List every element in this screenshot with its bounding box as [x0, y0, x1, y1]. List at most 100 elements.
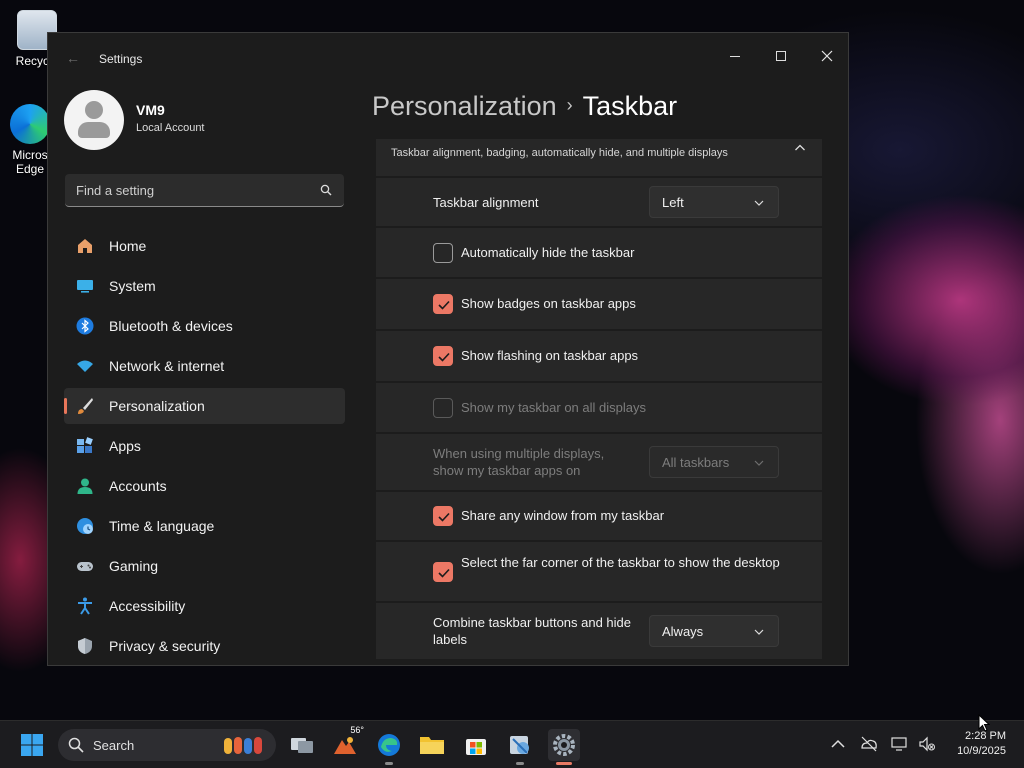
brush-icon	[78, 398, 93, 414]
chevron-up-icon[interactable]	[794, 142, 806, 154]
sidebar-item-label: Privacy & security	[109, 638, 221, 654]
checkmark-icon	[438, 568, 450, 578]
dropdown-value: Left	[662, 195, 684, 210]
sidebar-item-bluetooth[interactable]: Bluetooth & devices	[64, 308, 345, 344]
file-explorer-icon	[420, 737, 444, 754]
far-corner-checkbox[interactable]	[433, 562, 453, 582]
title-bar[interactable]: ← Settings	[48, 33, 848, 83]
sidebar-item-label: Bluetooth & devices	[109, 318, 233, 334]
flashing-checkbox[interactable]	[433, 346, 453, 366]
search-icon	[68, 737, 84, 753]
flashing-row: Show flashing on taskbar apps	[376, 331, 822, 381]
section-description: Taskbar alignment, badging, automaticall…	[391, 147, 728, 159]
auto-hide-row: Automatically hide the taskbar	[376, 228, 822, 277]
weather-temperature: 56°	[350, 725, 364, 735]
dropdown-value: Always	[662, 624, 704, 639]
taskbar-behaviors-panel: Taskbar alignment, badging, automaticall…	[376, 139, 822, 665]
taskbar-search-label: Search	[93, 738, 135, 753]
sidebar-nav: Home System Bluetooth & devices Network …	[64, 228, 345, 668]
profile-account-type: Local Account	[136, 122, 205, 134]
dropdown-value: All taskbars	[662, 455, 730, 470]
checkmark-icon	[438, 512, 450, 522]
sidebar-item-accounts[interactable]: Accounts	[64, 468, 345, 504]
maximize-button[interactable]	[758, 41, 804, 71]
edge-icon	[378, 734, 400, 756]
taskbar-app-settings[interactable]	[548, 729, 580, 765]
share-window-checkbox[interactable]	[433, 506, 453, 526]
combine-buttons-dropdown[interactable]: Always	[649, 615, 779, 647]
all-displays-row: Show my taskbar on all displays	[376, 383, 822, 432]
far-corner-label: Select the far corner of the taskbar to …	[461, 555, 780, 570]
breadcrumb-parent[interactable]: Personalization	[372, 91, 557, 121]
multi-display-dropdown: All taskbars	[649, 446, 779, 478]
sidebar-item-label: Accessibility	[109, 598, 186, 614]
running-indicator	[516, 762, 524, 765]
taskbar-behaviors-header[interactable]: Taskbar alignment, badging, automaticall…	[376, 139, 822, 176]
sidebar-item-label: Time & language	[109, 518, 215, 534]
search-highlight-icon	[224, 737, 262, 754]
taskbar-search[interactable]: Search	[58, 729, 276, 761]
sidebar-item-system[interactable]: System	[64, 268, 345, 304]
auto-hide-label: Automatically hide the taskbar	[461, 245, 635, 260]
sidebar-item-label: Accounts	[109, 478, 167, 494]
taskbar-app-store[interactable]	[460, 729, 492, 761]
chevron-down-icon	[754, 460, 764, 466]
settings-window: ← Settings VM9 Local Account Find a sett…	[47, 32, 849, 666]
share-window-label: Share any window from my taskbar	[461, 508, 665, 523]
flashing-label: Show flashing on taskbar apps	[461, 348, 639, 363]
page-title: Taskbar	[582, 91, 678, 121]
sidebar-item-time-language[interactable]: Time & language	[64, 508, 345, 544]
badges-checkbox[interactable]	[433, 294, 453, 314]
sidebar-item-label: Apps	[109, 438, 141, 454]
maximize-icon	[776, 51, 786, 61]
chevron-down-icon	[754, 629, 764, 635]
share-window-row: Share any window from my taskbar	[376, 492, 822, 540]
network-icon[interactable]	[891, 735, 909, 753]
sidebar-item-network[interactable]: Network & internet	[64, 348, 345, 384]
minimize-icon	[730, 55, 740, 57]
wifi-icon	[77, 360, 93, 372]
chevron-up-icon[interactable]	[829, 735, 847, 753]
sidebar-item-label: System	[109, 278, 156, 294]
onedrive-icon[interactable]	[860, 735, 878, 753]
accessibility-icon	[78, 597, 92, 615]
sidebar-item-apps[interactable]: Apps	[64, 428, 345, 464]
start-icon	[21, 734, 43, 756]
search-icon	[320, 184, 332, 196]
taskbar-app-edge[interactable]	[373, 729, 405, 765]
chevron-down-icon	[754, 200, 764, 206]
minimize-button[interactable]	[712, 41, 758, 71]
volume-muted-icon[interactable]	[918, 735, 936, 753]
snipping-tool-icon	[510, 736, 529, 754]
start-button[interactable]	[16, 729, 48, 761]
sidebar-item-label: Home	[109, 238, 147, 254]
back-arrow-icon[interactable]: ←	[66, 50, 80, 66]
system-clock[interactable]: 2:28 PM 10/9/2025	[957, 729, 1006, 759]
apps-icon	[77, 437, 93, 453]
globe-clock-icon	[77, 518, 93, 534]
taskbar-alignment-dropdown[interactable]: Left	[649, 186, 779, 218]
taskbar-app-file-explorer[interactable]	[416, 729, 448, 761]
close-icon	[821, 50, 833, 62]
clock-date: 10/9/2025	[957, 745, 1006, 757]
close-button[interactable]	[804, 41, 850, 71]
home-icon	[78, 239, 92, 253]
all-displays-checkbox	[433, 398, 453, 418]
taskbar-app-snipping-tool[interactable]	[504, 729, 536, 765]
gamepad-icon	[77, 562, 93, 571]
sidebar-item-home[interactable]: Home	[64, 228, 345, 264]
person-icon	[77, 478, 93, 494]
all-displays-label: Show my taskbar on all displays	[461, 400, 646, 415]
sidebar-item-personalization[interactable]: Personalization	[64, 388, 345, 424]
sidebar-item-accessibility[interactable]: Accessibility	[64, 588, 345, 624]
bluetooth-icon	[76, 317, 94, 335]
auto-hide-checkbox[interactable]	[433, 243, 453, 263]
weather-widget[interactable]: 56°	[329, 725, 364, 761]
task-view-button[interactable]	[286, 729, 318, 761]
checkmark-icon	[438, 300, 450, 310]
sidebar-item-privacy-security[interactable]: Privacy & security	[64, 628, 345, 664]
store-icon	[466, 739, 486, 755]
window-title: Settings	[99, 52, 143, 66]
sidebar-item-gaming[interactable]: Gaming	[64, 548, 345, 584]
search-input[interactable]: Find a setting	[65, 174, 344, 207]
